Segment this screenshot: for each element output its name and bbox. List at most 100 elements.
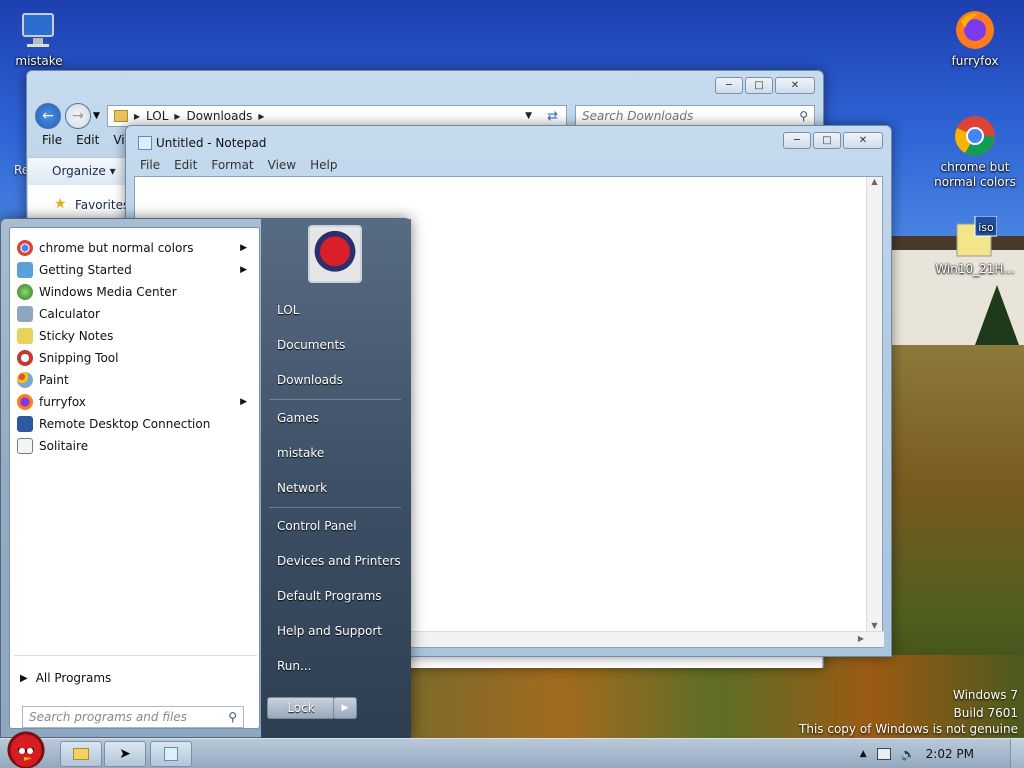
submenu-arrow-icon: ▶ (240, 265, 247, 275)
start-menu: chrome but normal colors ▶ Getting Start… (0, 218, 411, 739)
volume-icon[interactable]: 🔈 (901, 747, 916, 761)
start-link-default-programs[interactable]: Default Programs (277, 589, 382, 603)
program-item[interactable]: chrome but normal colors ▶ (14, 237, 257, 259)
desktop-icon-chrome[interactable]: chrome but normal colors (930, 114, 1020, 190)
menu-file[interactable]: File (140, 158, 160, 172)
taskbar-pinned-app-button[interactable]: ➤ (104, 741, 146, 767)
breadcrumb-item[interactable]: Downloads (186, 109, 252, 123)
firefox-icon (17, 394, 33, 410)
desktop-icon-iso[interactable]: iso Win10_21H... (930, 215, 1020, 277)
scroll-up-icon[interactable]: ▲ (867, 177, 882, 186)
maximize-button[interactable]: □ (745, 77, 773, 94)
scroll-down-icon[interactable]: ▼ (867, 621, 882, 630)
program-item[interactable]: Windows Media Center (14, 281, 257, 303)
desktop-icon-label: mistake (15, 54, 63, 68)
organize-button[interactable]: Organize ▾ (52, 164, 116, 178)
submenu-arrow-icon: ▶ (240, 243, 247, 253)
breadcrumb-item[interactable]: LOL (146, 109, 168, 123)
lock-button[interactable]: Lock (267, 697, 335, 719)
chrome-icon (17, 240, 33, 256)
star-icon: ★ (54, 196, 67, 212)
firefox-icon (953, 8, 997, 52)
sticky-notes-icon (17, 328, 33, 344)
program-item[interactable]: Getting Started ▶ (14, 259, 257, 281)
start-link-network[interactable]: Network (277, 481, 327, 495)
start-link-documents[interactable]: Documents (277, 338, 345, 352)
program-item[interactable]: Remote Desktop Connection (14, 413, 257, 435)
start-button[interactable] (2, 731, 50, 768)
search-icon: ⚲ (799, 109, 808, 123)
start-search-input[interactable]: Search programs and files ⚲ (22, 706, 244, 728)
vertical-scrollbar[interactable]: ▲ ▼ (866, 177, 882, 632)
start-link-run[interactable]: Run... (277, 659, 311, 673)
taskbar-explorer-button[interactable] (60, 741, 102, 767)
show-hidden-icons-icon[interactable]: ▲ (860, 749, 867, 759)
menu-view[interactable]: View (268, 158, 296, 172)
rocket-icon: ➤ (119, 746, 131, 762)
remote-desktop-icon (17, 416, 33, 432)
desktop-icon-label: chrome but normal colors (934, 160, 1016, 189)
user-avatar[interactable] (308, 225, 362, 283)
forward-button[interactable]: → (65, 103, 91, 129)
system-tray: ▲ 🔈 2:02 PM (860, 739, 1024, 768)
desktop-icon-label: Win10_21H... (935, 262, 1015, 276)
refresh-icon[interactable]: ⇄ (547, 109, 558, 124)
favorites-item[interactable]: Favorites (75, 198, 129, 212)
explorer-menubar: File Edit Vi (34, 133, 125, 155)
notepad-menubar: File Edit Format View Help (140, 158, 337, 172)
clock[interactable]: 2:02 PM (926, 747, 974, 761)
wallpaper-tree (975, 285, 1019, 345)
close-button[interactable]: ✕ (843, 132, 883, 149)
address-bar[interactable]: ▸ LOL ▸ Downloads ▸ ▼ ⇄ (107, 105, 567, 127)
program-item[interactable]: furryfox ▶ (14, 391, 257, 413)
chrome-icon (953, 114, 997, 158)
scroll-right-icon[interactable]: ▶ (858, 634, 864, 643)
start-menu-programs-pane: chrome but normal colors ▶ Getting Start… (9, 227, 260, 729)
network-icon[interactable] (876, 748, 891, 760)
start-link-lol[interactable]: LOL (277, 303, 299, 317)
snipping-tool-icon (17, 350, 33, 366)
arrow-right-icon: ▶ (341, 703, 349, 713)
close-button[interactable]: ✕ (775, 77, 815, 94)
menu-edit[interactable]: Edit (76, 133, 99, 155)
menu-file[interactable]: File (42, 133, 62, 155)
minimize-button[interactable]: ─ (783, 132, 811, 149)
window-title: Untitled - Notepad (156, 136, 267, 150)
show-desktop-button[interactable] (1010, 739, 1024, 768)
explorer-search-input[interactable]: Search Downloads ⚲ (575, 105, 815, 127)
program-item[interactable]: Sticky Notes (14, 325, 257, 347)
start-link-devices-printers[interactable]: Devices and Printers (277, 554, 401, 568)
desktop-icon-furryfox[interactable]: furryfox (930, 8, 1020, 69)
program-item[interactable]: Snipping Tool (14, 347, 257, 369)
start-link-games[interactable]: Games (277, 411, 319, 425)
all-programs-button[interactable]: ▶ All Programs (20, 671, 111, 685)
menu-edit[interactable]: Edit (174, 158, 197, 172)
start-link-downloads[interactable]: Downloads (277, 373, 343, 387)
taskbar-notepad-button[interactable] (150, 741, 192, 767)
taskbar: ➤ ▲ 🔈 2:02 PM (0, 731, 1024, 768)
window-controls: ─ □ ✕ (783, 132, 883, 149)
recent-pages-chevron-icon[interactable]: ▼ (93, 111, 100, 121)
desktop-icon-mistake[interactable]: mistake (0, 8, 84, 69)
shutdown-options-button[interactable]: ▶ (333, 697, 357, 719)
menu-view[interactable]: Vi (113, 133, 124, 155)
address-dropdown-icon[interactable]: ▼ (525, 111, 532, 121)
start-link-control-panel[interactable]: Control Panel (277, 519, 357, 533)
menu-format[interactable]: Format (211, 158, 253, 172)
minimize-button[interactable]: ─ (715, 77, 743, 94)
angry-bird-icon (12, 733, 40, 767)
start-menu-places-pane: LOL Documents Downloads Games mistake Ne… (261, 219, 411, 739)
menu-help[interactable]: Help (310, 158, 337, 172)
maximize-button[interactable]: □ (813, 132, 841, 149)
start-link-mistake[interactable]: mistake (277, 446, 324, 460)
watermark-line: Build 7601 (953, 706, 1018, 720)
divider (14, 655, 257, 656)
program-item[interactable]: Paint (14, 369, 257, 391)
arrow-right-icon: ▶ (20, 672, 28, 684)
start-link-help-support[interactable]: Help and Support (277, 624, 382, 638)
getting-started-icon (17, 262, 33, 278)
program-item[interactable]: Solitaire (14, 435, 257, 457)
program-item[interactable]: Calculator (14, 303, 257, 325)
back-button[interactable]: ← (35, 103, 61, 129)
iso-file-icon: iso (953, 215, 998, 260)
